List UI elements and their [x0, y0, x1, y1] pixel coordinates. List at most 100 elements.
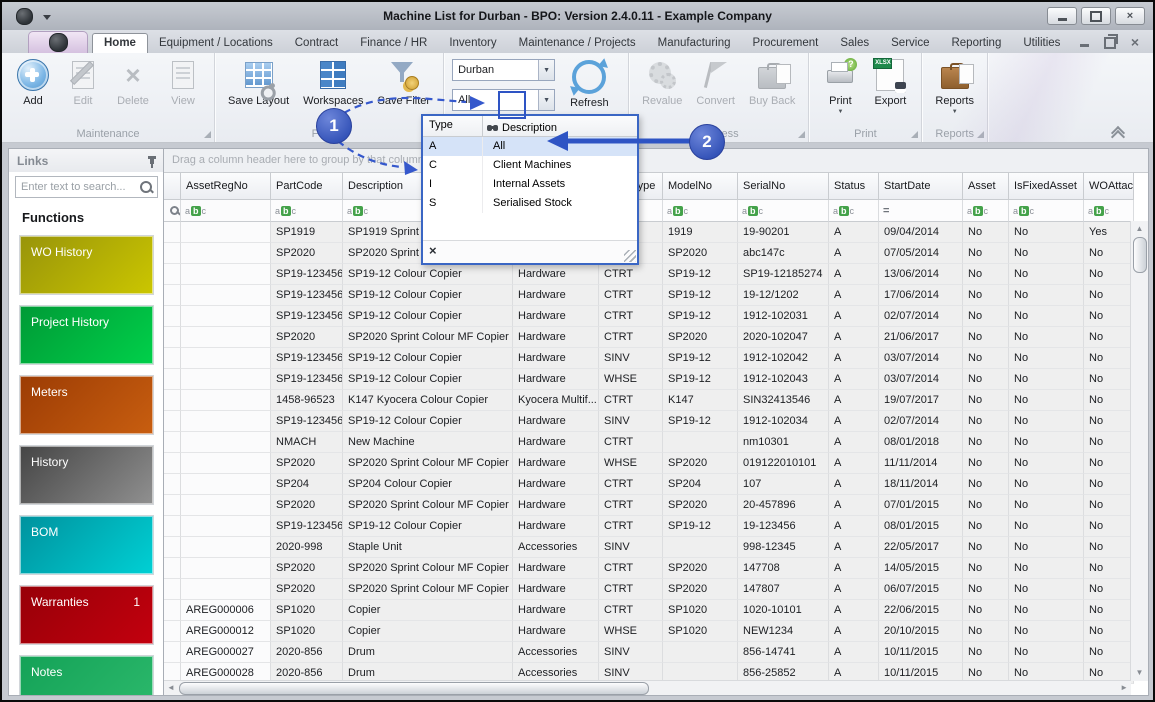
revalue-button[interactable]: Revalue: [635, 56, 689, 107]
cell-status[interactable]: A: [829, 579, 879, 600]
cell-serialno[interactable]: 1020-10101: [738, 600, 829, 621]
cell-col4[interactable]: Hardware: [513, 558, 599, 579]
cell-modelno[interactable]: SP204: [663, 474, 738, 495]
cell-isfixedasset[interactable]: No: [1009, 558, 1084, 579]
cell-partcode[interactable]: SP19-123456: [271, 348, 343, 369]
cell-status[interactable]: A: [829, 495, 879, 516]
cell-assetregno[interactable]: [181, 579, 271, 600]
cell-partcode[interactable]: SP2020: [271, 243, 343, 264]
cell-modelno[interactable]: SP1020: [663, 621, 738, 642]
cell-partcode[interactable]: SP19-123456: [271, 516, 343, 537]
cell-assetregno[interactable]: [181, 558, 271, 579]
row-indicator-cell[interactable]: [164, 243, 181, 264]
filter-cell-status[interactable]: abc: [829, 200, 879, 222]
cell-modelno[interactable]: SP19-12: [663, 348, 738, 369]
description-column-header[interactable]: Description: [502, 122, 557, 134]
view-button[interactable]: View: [158, 56, 208, 107]
tab-manufacturing[interactable]: Manufacturing: [647, 34, 742, 53]
filter-cell-isfixedasset[interactable]: abc: [1009, 200, 1084, 222]
cell-modelno[interactable]: 1919: [663, 222, 738, 243]
row-indicator-cell[interactable]: [164, 390, 181, 411]
cell-description[interactable]: SP2020 Sprint Colour MF Copier: [343, 327, 513, 348]
cell-woattachments[interactable]: No: [1084, 243, 1134, 264]
save-filter-button[interactable]: Save Filter: [370, 56, 437, 107]
cell-description[interactable]: SP19-12 Colour Copier: [343, 411, 513, 432]
cell-status[interactable]: A: [829, 642, 879, 663]
tab-maintenance-projects[interactable]: Maintenance / Projects: [508, 34, 647, 53]
cell-col4[interactable]: Hardware: [513, 285, 599, 306]
tab-utilities[interactable]: Utilities: [1012, 34, 1071, 53]
cell-asset[interactable]: No: [963, 621, 1009, 642]
cell-col4[interactable]: Hardware: [513, 516, 599, 537]
row-indicator-cell[interactable]: [164, 432, 181, 453]
tab-finance-hr[interactable]: Finance / HR: [349, 34, 438, 53]
cell-woattachments[interactable]: No: [1084, 306, 1134, 327]
horizontal-scroll-thumb[interactable]: [179, 682, 649, 695]
cell-serialno[interactable]: nm10301: [738, 432, 829, 453]
cell-asset[interactable]: No: [963, 474, 1009, 495]
cell-col4[interactable]: Hardware: [513, 432, 599, 453]
scroll-left-icon[interactable]: ◄: [167, 681, 175, 695]
cell-asset[interactable]: No: [963, 285, 1009, 306]
cell-woattachments[interactable]: No: [1084, 579, 1134, 600]
cell-modelno[interactable]: SP2020: [663, 495, 738, 516]
maximize-button[interactable]: [1081, 7, 1111, 25]
cell-assettype[interactable]: WHSE: [599, 621, 663, 642]
cell-status[interactable]: A: [829, 558, 879, 579]
clear-filter-icon[interactable]: ×: [429, 243, 437, 258]
cell-serialno[interactable]: SP19-12185274: [738, 264, 829, 285]
cell-partcode[interactable]: SP2020: [271, 558, 343, 579]
cell-asset[interactable]: No: [963, 600, 1009, 621]
cell-isfixedasset[interactable]: No: [1009, 327, 1084, 348]
horizontal-scrollbar[interactable]: ◄ ►: [164, 680, 1131, 695]
row-indicator-cell[interactable]: [164, 306, 181, 327]
cell-startdate[interactable]: 17/06/2014: [879, 285, 963, 306]
cell-status[interactable]: A: [829, 621, 879, 642]
cell-description[interactable]: Copier: [343, 600, 513, 621]
cell-description[interactable]: New Machine: [343, 432, 513, 453]
cell-woattachments[interactable]: No: [1084, 474, 1134, 495]
table-row[interactable]: NMACHNew MachineHardwareCTRTnm10301A08/0…: [164, 432, 1148, 453]
scroll-right-icon[interactable]: ►: [1120, 681, 1128, 695]
cell-startdate[interactable]: 20/10/2015: [879, 621, 963, 642]
filter-cell-assetregno[interactable]: abc: [181, 200, 271, 222]
cell-assetregno[interactable]: [181, 243, 271, 264]
cell-assetregno[interactable]: [181, 411, 271, 432]
cell-isfixedasset[interactable]: No: [1009, 579, 1084, 600]
cell-startdate[interactable]: 10/11/2015: [879, 642, 963, 663]
cell-isfixedasset[interactable]: No: [1009, 411, 1084, 432]
function-button-wo-history[interactable]: WO History: [19, 235, 154, 295]
cell-woattachments[interactable]: No: [1084, 600, 1134, 621]
cell-assettype[interactable]: SINV: [599, 348, 663, 369]
cell-woattachments[interactable]: No: [1084, 369, 1134, 390]
cell-assetregno[interactable]: [181, 432, 271, 453]
column-header-asset[interactable]: Asset: [963, 173, 1009, 200]
cell-partcode[interactable]: SP19-123456: [271, 306, 343, 327]
dialog-launcher-icon[interactable]: [977, 131, 984, 138]
cell-serialno[interactable]: SIN32413546: [738, 390, 829, 411]
table-row[interactable]: SP2020SP2020 Sprint Colour MF CopierHard…: [164, 558, 1148, 579]
table-row[interactable]: SP19-123456SP19-12 Colour CopierHardware…: [164, 348, 1148, 369]
cell-asset[interactable]: No: [963, 642, 1009, 663]
cell-status[interactable]: A: [829, 432, 879, 453]
cell-modelno[interactable]: SP2020: [663, 579, 738, 600]
table-row[interactable]: SP2020SP2020 Sprint Colour MF CopierHard…: [164, 327, 1148, 348]
function-button-bom[interactable]: BOM: [19, 515, 154, 575]
cell-asset[interactable]: No: [963, 390, 1009, 411]
cell-assettype[interactable]: CTRT: [599, 327, 663, 348]
cell-assettype[interactable]: CTRT: [599, 432, 663, 453]
cell-partcode[interactable]: 2020-998: [271, 537, 343, 558]
table-row[interactable]: SP19-123456SP19-12 Colour CopierHardware…: [164, 411, 1148, 432]
cell-woattachments[interactable]: No: [1084, 495, 1134, 516]
cell-assettype[interactable]: WHSE: [599, 369, 663, 390]
cell-isfixedasset[interactable]: No: [1009, 495, 1084, 516]
delete-button[interactable]: ×Delete: [108, 56, 158, 107]
edit-button[interactable]: Edit: [58, 56, 108, 107]
cell-col4[interactable]: Hardware: [513, 348, 599, 369]
cell-col4[interactable]: Hardware: [513, 495, 599, 516]
cell-modelno[interactable]: SP19-12: [663, 306, 738, 327]
cell-partcode[interactable]: 1458-96523: [271, 390, 343, 411]
column-header-modelno[interactable]: ModelNo: [663, 173, 738, 200]
cell-assetregno[interactable]: [181, 390, 271, 411]
cell-woattachments[interactable]: No: [1084, 453, 1134, 474]
